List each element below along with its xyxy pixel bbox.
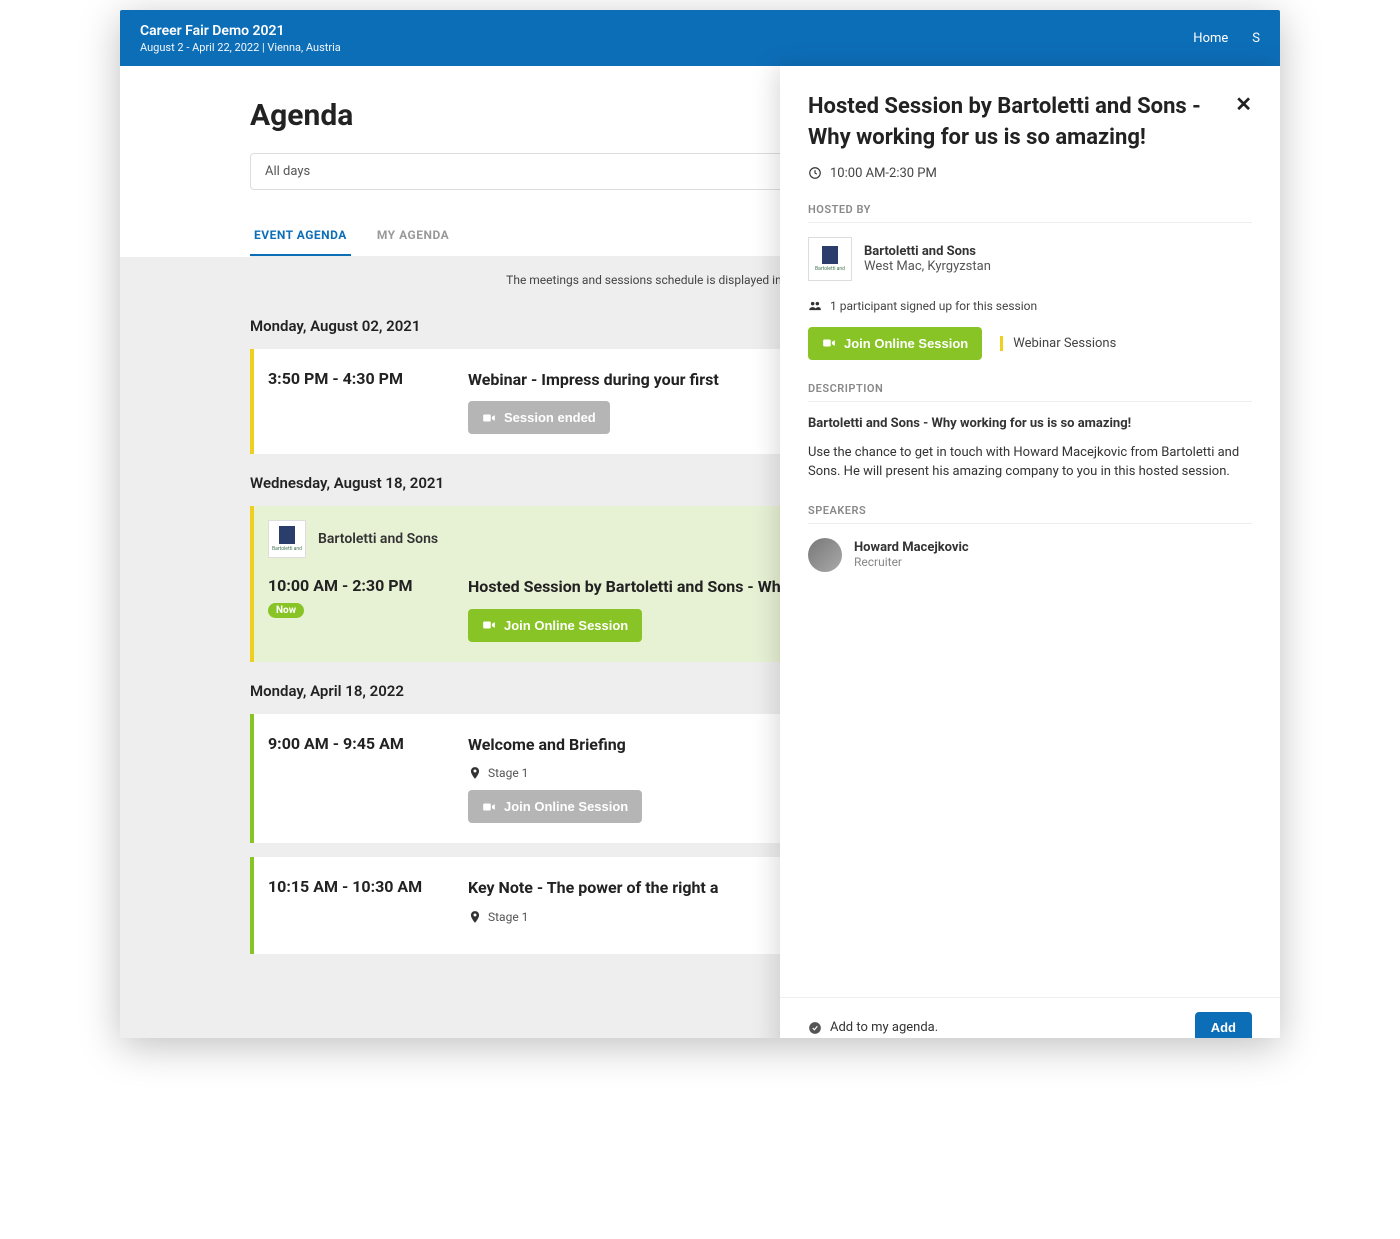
nav-home[interactable]: Home [1193, 31, 1228, 46]
video-icon [822, 336, 836, 350]
video-icon [482, 618, 496, 632]
avatar-icon [808, 538, 842, 572]
speaker-name: Howard Macejkovic [854, 540, 969, 555]
host-logo-icon: Bartoletti and [808, 237, 852, 281]
add-agenda-text: Add to my agenda. [830, 1020, 938, 1035]
session-location: Stage 1 [488, 766, 528, 780]
session-time: 10:15 AM - 10:30 AM [268, 877, 468, 896]
join-session-button[interactable]: Join Online Session [468, 609, 642, 642]
event-meta: August 2 - April 22, 2022 | Vienna, Aust… [140, 41, 1193, 54]
description-title: Bartoletti and Sons - Why working for us… [808, 416, 1252, 431]
location-pin-icon [468, 910, 482, 924]
session-time: 9:00 AM - 9:45 AM [268, 734, 468, 753]
tab-event-agenda[interactable]: EVENT AGENDA [250, 220, 351, 256]
host-logo-icon: Bartoletti and [268, 520, 306, 558]
join-session-button-disabled: Join Online Session [468, 790, 642, 823]
video-icon [482, 800, 496, 814]
participants-text: 1 participant signed up for this session [830, 299, 1037, 313]
panel-time: 10:00 AM-2:30 PM [830, 166, 937, 181]
session-detail-panel: Hosted Session by Bartoletti and Sons - … [780, 66, 1280, 1038]
add-button[interactable]: Add [1195, 1012, 1252, 1038]
session-ended-button: Session ended [468, 401, 610, 434]
hosted-by-label: HOSTED BY [808, 203, 1252, 223]
description-text: Use the chance to get in touch with Howa… [808, 443, 1252, 482]
header-bar: Career Fair Demo 2021 August 2 - April 2… [120, 10, 1280, 66]
nav-more[interactable]: S [1252, 31, 1260, 46]
app-frame: Career Fair Demo 2021 August 2 - April 2… [120, 10, 1280, 1038]
panel-title: Hosted Session by Bartoletti and Sons - … [808, 92, 1225, 154]
check-circle-icon [808, 1021, 822, 1035]
now-badge: Now [268, 603, 304, 618]
video-icon [482, 411, 496, 425]
description-label: DESCRIPTION [808, 382, 1252, 402]
event-title: Career Fair Demo 2021 [140, 23, 1193, 39]
tab-my-agenda[interactable]: MY AGENDA [373, 220, 453, 256]
panel-join-button[interactable]: Join Online Session [808, 327, 982, 360]
users-icon [808, 299, 822, 313]
session-tag: Webinar Sessions [1000, 336, 1116, 351]
session-host-name: Bartoletti and Sons [318, 531, 438, 547]
session-time: 10:00 AM - 2:30 PM [268, 576, 468, 595]
location-pin-icon [468, 766, 482, 780]
filter-days-label: All days [265, 164, 310, 179]
session-time: 3:50 PM - 4:30 PM [268, 369, 468, 388]
session-location: Stage 1 [488, 910, 528, 924]
speaker-card[interactable]: Howard Macejkovic Recruiter [808, 538, 1252, 572]
speaker-role: Recruiter [854, 555, 969, 569]
close-icon[interactable]: ✕ [1225, 92, 1252, 154]
speakers-label: SPEAKERS [808, 504, 1252, 524]
host-card[interactable]: Bartoletti and Bartoletti and Sons West … [808, 237, 1252, 281]
host-name: Bartoletti and Sons [864, 244, 991, 259]
clock-icon [808, 166, 822, 180]
host-location: West Mac, Kyrgyzstan [864, 259, 991, 274]
